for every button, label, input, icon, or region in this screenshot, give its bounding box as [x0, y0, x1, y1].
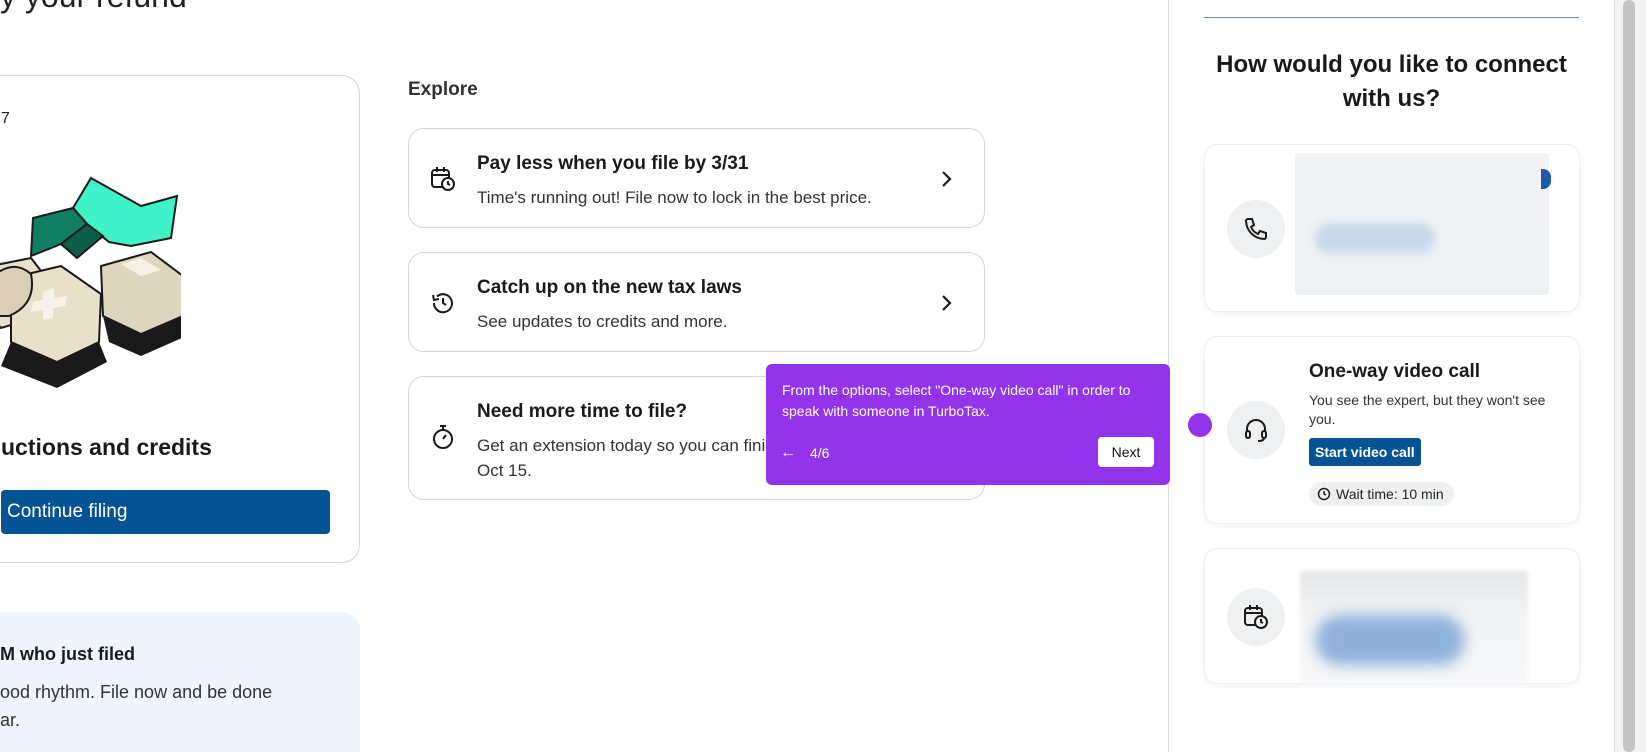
- back-arrow-icon[interactable]: ←: [780, 444, 796, 462]
- history-icon: [432, 293, 453, 314]
- divider: [1204, 17, 1579, 18]
- phone-icon: [1244, 218, 1267, 241]
- blurred-button: [1315, 223, 1435, 253]
- progress-step: 7: [1, 110, 10, 127]
- headset-icon: [1245, 419, 1267, 442]
- calendar-clock-icon: [1244, 605, 1268, 629]
- tooltip-text: From the options, select "One-way video …: [782, 382, 1131, 419]
- clock-icon: [1317, 487, 1331, 501]
- blurred-button: [1315, 615, 1465, 665]
- progress-card: 7 uctions and credits Continue filing: [0, 75, 360, 563]
- explore-card-desc: Time's running out! File now to lock in …: [477, 188, 872, 207]
- connect-panel: How would you like to connect with us? O…: [1168, 0, 1614, 752]
- info-text-line-1: ood rhythm. File now and be done: [0, 682, 273, 702]
- scrollbar[interactable]: [1614, 0, 1646, 752]
- stopwatch-icon: [433, 425, 453, 449]
- connect-option-one-way-video[interactable]: One-way video call You see the expert, b…: [1204, 336, 1580, 524]
- connect-heading: How would you like to connect with us?: [1216, 51, 1567, 112]
- option-title: One-way video call: [1309, 361, 1481, 382]
- option-description: You see the expert, but they won't see y…: [1309, 392, 1546, 427]
- tooltip-step-counter: 4/6: [810, 445, 830, 461]
- chevron-right-icon: [942, 171, 952, 187]
- explore-card-title: Catch up on the new tax laws: [477, 277, 742, 298]
- connect-option-phone[interactable]: [1204, 144, 1580, 312]
- scrollbar-thumb[interactable]: [1623, 0, 1635, 752]
- explore-card-desc: See updates to credits and more.: [477, 312, 728, 331]
- wait-time-badge: Wait time: 10 min: [1309, 482, 1454, 506]
- info-title: M who just filed: [0, 644, 135, 664]
- icon-circle: [1227, 200, 1285, 258]
- connect-option-schedule[interactable]: [1204, 548, 1580, 684]
- continue-filing-button[interactable]: Continue filing: [1, 490, 330, 534]
- explore-label: Explore: [408, 79, 478, 100]
- calendar-clock-icon: [431, 167, 455, 191]
- tooltip-next-button[interactable]: Next: [1098, 437, 1154, 467]
- chevron-right-icon: [942, 295, 952, 311]
- start-video-call-button[interactable]: Start video call: [1309, 438, 1421, 466]
- keycaps-illustration: [0, 176, 181, 388]
- explore-card-tax-laws[interactable]: Catch up on the new tax laws See updates…: [408, 252, 985, 352]
- info-text-line-2: ar.: [0, 710, 21, 730]
- page-heading: y your refund: [0, 0, 187, 15]
- info-box: M who just filed ood rhythm. File now an…: [0, 612, 360, 752]
- icon-circle: [1227, 588, 1285, 646]
- walkthrough-tooltip: From the options, select "One-way video …: [766, 364, 1170, 485]
- explore-card-file-by-date[interactable]: Pay less when you file by 3/31 Time's ru…: [408, 128, 985, 228]
- explore-card-title: Pay less when you file by 3/31: [477, 153, 749, 174]
- explore-card-desc: Get an extension today so you can finish…: [477, 436, 806, 480]
- explore-card-title: Need more time to file?: [477, 401, 688, 422]
- blurred-badge: [1541, 169, 1551, 189]
- wait-time-text: Wait time: 10 min: [1336, 486, 1444, 502]
- section-title: uctions and credits: [1, 434, 212, 460]
- page: y your refund 7 uctions and credits Cont…: [0, 0, 1646, 752]
- tooltip-beacon: [1188, 413, 1212, 437]
- icon-circle: [1227, 401, 1285, 459]
